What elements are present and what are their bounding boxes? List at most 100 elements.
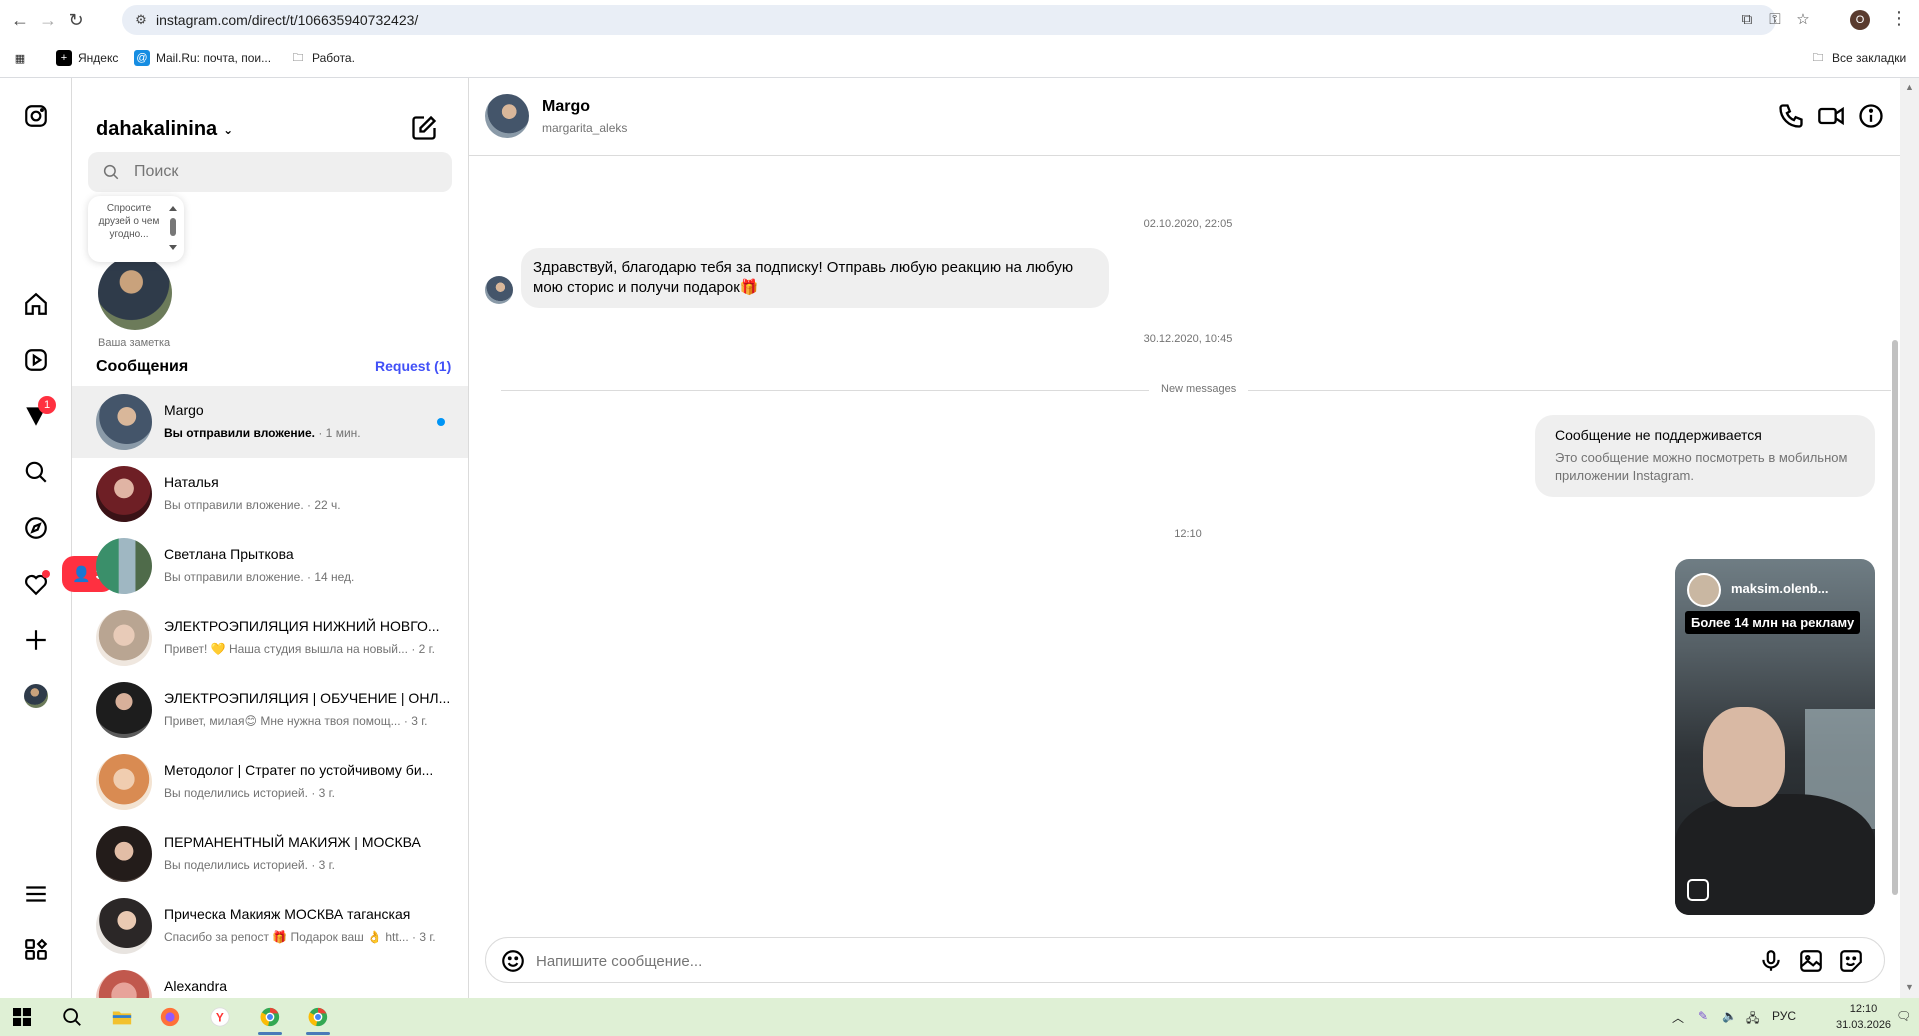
thread-margo[interactable]: Margo Вы отправили вложение. · 1 мин. bbox=[72, 386, 468, 458]
yandex-browser-icon[interactable]: Y bbox=[208, 1005, 232, 1029]
messages-badge: 1 bbox=[38, 396, 56, 414]
svg-text:Y: Y bbox=[216, 1011, 224, 1025]
video-call-icon[interactable] bbox=[1817, 102, 1845, 130]
more-menu-icon[interactable] bbox=[22, 880, 50, 908]
avatar bbox=[96, 610, 152, 666]
thread-electroepilation-training[interactable]: ЭЛЕКТРОЭПИЛЯЦИЯ | ОБУЧЕНИЕ | ОНЛ... Прив… bbox=[72, 674, 468, 746]
home-icon[interactable] bbox=[22, 290, 50, 318]
address-bar[interactable]: ⚙ instagram.com/direct/t/106635940732423… bbox=[122, 5, 1776, 35]
thread-electroepilation-nn[interactable]: ЭЛЕКТРОЭПИЛЯЦИЯ НИЖНИЙ НОВГО... Привет! … bbox=[72, 602, 468, 674]
bookmark-mailru[interactable]: @ Mail.Ru: почта, пои... bbox=[134, 50, 271, 66]
bookmark-star-icon[interactable]: ☆ bbox=[1792, 8, 1814, 30]
windows-start-icon[interactable] bbox=[10, 1005, 34, 1029]
thread-natalya[interactable]: Наталья Вы отправили вложение. · 22 ч. bbox=[72, 458, 468, 530]
incoming-message[interactable]: Здравствуй, благодарю тебя за подписку! … bbox=[521, 248, 1109, 308]
create-plus-icon[interactable] bbox=[22, 626, 50, 654]
conversations-panel: dahakalinina ⌄ Спросите друзей о чем уго… bbox=[72, 78, 469, 998]
chat-name[interactable]: Margo bbox=[542, 98, 590, 116]
thread-permanent-makeup[interactable]: ПЕРМАНЕНТНЫЙ МАКИЯЖ | МОСКВА Вы поделили… bbox=[72, 818, 468, 890]
search-icon[interactable] bbox=[22, 458, 50, 486]
chrome-icon[interactable] bbox=[258, 1005, 282, 1029]
instagram-logo-icon[interactable] bbox=[22, 102, 50, 130]
note-label: Ваша заметка bbox=[98, 337, 171, 349]
message-avatar bbox=[485, 276, 513, 304]
microphone-icon[interactable] bbox=[1758, 948, 1784, 974]
explore-icon[interactable] bbox=[22, 514, 50, 542]
reels-icon[interactable] bbox=[22, 346, 50, 374]
avatar bbox=[96, 466, 152, 522]
tray-expand-icon[interactable]: ︿ bbox=[1672, 1009, 1684, 1026]
search-input[interactable] bbox=[134, 160, 434, 184]
also-from-meta-icon[interactable] bbox=[22, 936, 50, 964]
reel-user-avatar bbox=[1687, 573, 1721, 607]
image-icon[interactable] bbox=[1798, 948, 1824, 974]
thread-svetlana[interactable]: Светлана Прыткова Вы отправили вложение.… bbox=[72, 530, 468, 602]
avatar bbox=[96, 970, 152, 998]
emoji-icon[interactable] bbox=[500, 948, 526, 974]
network-icon[interactable]: 🖧 bbox=[1746, 1009, 1759, 1030]
site-info-icon[interactable]: ⚙ bbox=[132, 11, 150, 29]
messages-icon[interactable]: 1 bbox=[22, 396, 56, 430]
notifications-heart-icon[interactable] bbox=[22, 570, 50, 598]
reel-caption: Более 14 млн на рекламу bbox=[1685, 611, 1861, 634]
chat-avatar[interactable] bbox=[485, 94, 529, 138]
notification-center-icon[interactable]: 🗨 bbox=[1896, 1009, 1911, 1023]
thread-preview: Спасибо за репост 🎁 Подарок ваш 👌 htt...… bbox=[164, 930, 436, 944]
install-app-icon[interactable]: ⧉ bbox=[1736, 8, 1758, 30]
clock[interactable]: 12:10 31.03.2026 bbox=[1836, 1001, 1891, 1033]
file-explorer-icon[interactable] bbox=[110, 1005, 134, 1029]
yandex-icon: + bbox=[56, 50, 72, 66]
bookmark-work-folder[interactable]: 🗀 Работа. bbox=[290, 50, 355, 66]
messages-section-title: Сообщения bbox=[96, 358, 189, 375]
scroll-down-icon[interactable]: ▼ bbox=[1905, 982, 1914, 992]
language-indicator[interactable]: РУС bbox=[1772, 1009, 1796, 1023]
page-scrollbar[interactable]: ▲ ▼ bbox=[1900, 78, 1919, 998]
apps-grid-icon[interactable]: ▦ bbox=[12, 50, 28, 66]
thread-methodologist[interactable]: Методолог | Стратег по устойчивому би...… bbox=[72, 746, 468, 818]
thread-name: ЭЛЕКТРОЭПИЛЯЦИЯ | ОБУЧЕНИЕ | ОНЛ... bbox=[164, 690, 451, 706]
profile-avatar[interactable]: O bbox=[1850, 10, 1870, 30]
firefox-icon[interactable] bbox=[158, 1005, 182, 1029]
reload-icon[interactable]: ↻ bbox=[64, 8, 88, 32]
chat-header: Margo margarita_aleks bbox=[469, 78, 1900, 156]
browser-toolbar: ← → ↻ ⚙ instagram.com/direct/t/106635940… bbox=[0, 0, 1919, 40]
message-input[interactable] bbox=[536, 950, 1736, 972]
profile-avatar-icon[interactable] bbox=[22, 682, 50, 710]
search-box[interactable] bbox=[88, 152, 452, 192]
chrome-profile-icon[interactable] bbox=[306, 1005, 330, 1029]
back-icon[interactable]: ← bbox=[8, 8, 32, 32]
new-message-icon[interactable] bbox=[410, 114, 438, 142]
pen-icon[interactable]: ✎ bbox=[1698, 1009, 1708, 1023]
browser-menu-icon[interactable]: ⋮ bbox=[1890, 8, 1908, 29]
phone-icon[interactable] bbox=[1777, 102, 1805, 130]
bookmark-yandex[interactable]: + Яндекс bbox=[56, 50, 118, 66]
url-text[interactable]: instagram.com/direct/t/106635940732423/ bbox=[156, 12, 418, 28]
thread-hairstyle-makeup[interactable]: Прическа Макияж МОСКВА таганская Спасибо… bbox=[72, 890, 468, 962]
note-prompt-bubble[interactable]: Спросите друзей о чем угодно... bbox=[88, 196, 184, 262]
nav-rail: 1 bbox=[0, 78, 72, 998]
sticker-icon[interactable] bbox=[1838, 948, 1864, 974]
password-key-icon[interactable]: ⚿ bbox=[1764, 8, 1786, 30]
chat-scrollbar[interactable] bbox=[1890, 158, 1900, 918]
chrome-active-indicator bbox=[306, 1032, 330, 1035]
thread-alexandra[interactable]: Alexandra bbox=[72, 962, 468, 998]
avatar bbox=[96, 538, 152, 594]
thread-name: Alexandra bbox=[164, 978, 228, 994]
thread-preview: Вы отправили вложение. · 1 мин. bbox=[164, 426, 361, 440]
requests-link[interactable]: Request (1) bbox=[375, 358, 451, 374]
volume-icon[interactable]: 🔈 bbox=[1722, 1009, 1737, 1023]
info-icon[interactable] bbox=[1857, 102, 1885, 130]
scroll-thumb[interactable] bbox=[1892, 340, 1898, 895]
thread-name: Наталья bbox=[164, 474, 219, 490]
timestamp: 02.10.2020, 22:05 bbox=[1143, 218, 1233, 230]
forward-icon[interactable]: → bbox=[36, 8, 60, 32]
search-icon[interactable] bbox=[60, 1005, 84, 1029]
thread-name: Margo bbox=[164, 402, 204, 418]
account-switcher[interactable]: dahakalinina ⌄ bbox=[96, 118, 233, 141]
all-bookmarks[interactable]: 🗀 Все закладки bbox=[1810, 50, 1907, 66]
shared-reel[interactable]: maksim.olenb... Более 14 млн на рекламу bbox=[1675, 559, 1875, 915]
unsupported-title: Сообщение не поддерживается bbox=[1555, 427, 1762, 443]
scroll-up-icon[interactable]: ▲ bbox=[1905, 82, 1914, 92]
note-avatar[interactable] bbox=[98, 256, 172, 330]
unsupported-message[interactable]: Сообщение не поддерживается Это сообщени… bbox=[1535, 415, 1875, 497]
